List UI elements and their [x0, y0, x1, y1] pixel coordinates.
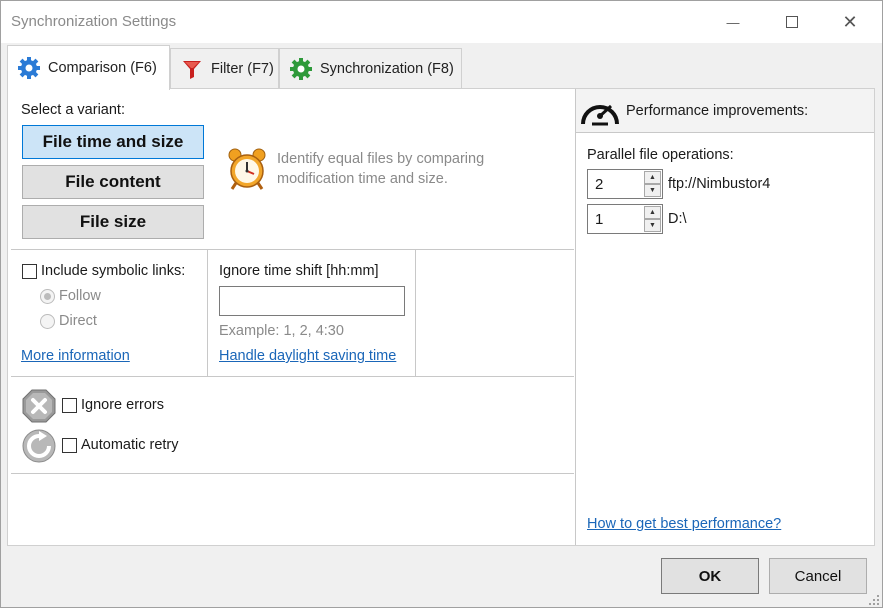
- divider: [11, 249, 574, 250]
- stepper-up-icon[interactable]: ▲: [644, 171, 661, 184]
- select-variant-label: Select a variant:: [21, 102, 125, 118]
- automatic-retry-label: Automatic retry: [81, 437, 179, 453]
- parallel-operations-label: Parallel file operations:: [587, 147, 734, 163]
- ok-button[interactable]: OK: [661, 558, 759, 594]
- divider: [207, 250, 208, 376]
- follow-label: Follow: [59, 288, 101, 304]
- ignore-errors-checkbox[interactable]: [62, 398, 77, 413]
- performance-header: Performance improvements:: [576, 89, 874, 133]
- tab-label: Filter (F7): [211, 61, 274, 77]
- gear-green-icon: [290, 58, 312, 80]
- variant-time-size-button[interactable]: File time and size: [22, 125, 204, 159]
- variant-description-line2: modification time and size.: [277, 171, 448, 187]
- more-information-link[interactable]: More information: [21, 348, 130, 364]
- window-title: Synchronization Settings: [11, 13, 177, 30]
- symlinks-label: Include symbolic links:: [41, 263, 186, 279]
- parallel-target-local: D:\: [668, 211, 687, 227]
- daylight-saving-link[interactable]: Handle daylight saving time: [219, 348, 396, 364]
- time-shift-example: Example: 1, 2, 4:30: [219, 323, 344, 339]
- tab-label: Synchronization (F8): [320, 61, 454, 77]
- title-bar: Synchronization Settings — ✕: [1, 1, 882, 43]
- stepper-up-icon[interactable]: ▲: [644, 206, 661, 219]
- comparison-panel: Select a variant: File time and size Fil…: [7, 88, 875, 546]
- tab-bar: Comparison (F6) Filter (F7) Synchronizat…: [1, 43, 882, 90]
- speedometer-icon: [580, 94, 620, 128]
- variant-description-line1: Identify equal files by comparing: [277, 151, 485, 167]
- alarm-clock-icon: [226, 147, 268, 191]
- follow-radio[interactable]: [40, 289, 55, 304]
- variant-content-button[interactable]: File content: [22, 165, 204, 199]
- parallel-ops-stepper-local[interactable]: 1 ▲ ▼: [587, 204, 663, 234]
- direct-label: Direct: [59, 313, 97, 329]
- cancel-button[interactable]: Cancel: [769, 558, 867, 594]
- time-shift-input[interactable]: [219, 286, 405, 316]
- maximize-icon: [786, 16, 798, 28]
- tab-synchronization[interactable]: Synchronization (F8): [279, 48, 462, 89]
- maximize-button[interactable]: [763, 1, 821, 43]
- variant-size-button[interactable]: File size: [22, 205, 204, 239]
- tab-comparison[interactable]: Comparison (F6): [7, 45, 170, 90]
- divider: [11, 376, 574, 377]
- automatic-retry-checkbox[interactable]: [62, 438, 77, 453]
- stepper-value: 1: [595, 211, 604, 228]
- performance-title: Performance improvements:: [626, 103, 809, 119]
- minimize-icon: —: [726, 14, 740, 30]
- divider: [11, 473, 574, 474]
- ignore-errors-label: Ignore errors: [81, 397, 165, 413]
- direct-radio[interactable]: [40, 314, 55, 329]
- gear-icon: [18, 57, 40, 79]
- time-shift-label: Ignore time shift [hh:mm]: [219, 263, 379, 279]
- settings-dialog: Synchronization Settings — ✕ Comparison …: [0, 0, 883, 608]
- parallel-target-ftp: ftp://Nimbustor4: [668, 176, 771, 192]
- best-performance-link[interactable]: How to get best performance?: [587, 516, 781, 532]
- parallel-ops-stepper-ftp[interactable]: 2 ▲ ▼: [587, 169, 663, 199]
- stepper-down-icon[interactable]: ▼: [644, 219, 661, 232]
- tab-filter[interactable]: Filter (F7): [170, 48, 279, 89]
- retry-icon: [22, 429, 56, 463]
- close-button[interactable]: ✕: [821, 1, 879, 43]
- close-icon: ✕: [842, 11, 858, 32]
- stepper-value: 2: [595, 176, 604, 193]
- tab-label: Comparison (F6): [48, 60, 157, 76]
- error-x-icon: [22, 389, 56, 423]
- resize-grip-icon[interactable]: [868, 593, 880, 605]
- divider: [575, 89, 576, 545]
- symlinks-checkbox[interactable]: [22, 264, 37, 279]
- stepper-down-icon[interactable]: ▼: [644, 184, 661, 197]
- divider: [415, 250, 416, 376]
- funnel-icon: [181, 58, 203, 80]
- minimize-button[interactable]: —: [704, 1, 762, 43]
